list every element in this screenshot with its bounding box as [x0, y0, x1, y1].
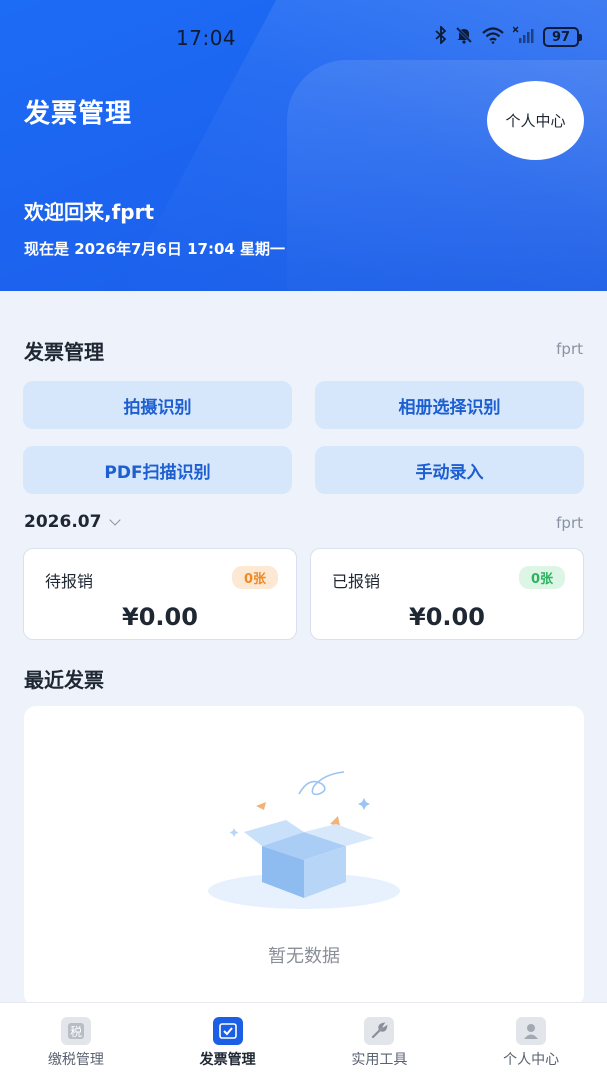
empty-state-text: 暂无数据 [268, 946, 340, 967]
section-username: fprt [556, 340, 583, 358]
summary-username: fprt [556, 514, 583, 532]
nav-item-tools[interactable]: 实用工具 [304, 1003, 456, 1080]
wrench-icon [364, 1017, 395, 1045]
svg-text:税: 税 [70, 1025, 82, 1039]
wifi-icon [481, 26, 505, 48]
nav-item-tax[interactable]: 税 缴税管理 [0, 1003, 152, 1080]
nav-item-profile[interactable]: 个人中心 [455, 1003, 607, 1080]
manual-entry-button[interactable]: 手动录入 [315, 446, 584, 494]
mute-bell-icon [455, 26, 473, 48]
nav-item-invoice[interactable]: 发票管理 [152, 1003, 304, 1080]
header: 17:04 97 发票管理 个人中心 欢迎回来,fprt 现在是 2026年7月… [0, 0, 607, 291]
month-value: 2026.07 [24, 512, 102, 532]
current-datetime: 现在是 2026年7月6日 17:04 星期一 [24, 240, 286, 258]
profile-center-button[interactable]: 个人中心 [487, 81, 584, 160]
status-time: 17:04 [176, 26, 237, 50]
empty-box-icon [208, 771, 400, 909]
user-icon [516, 1017, 547, 1045]
page-title: 发票管理 [24, 99, 133, 129]
album-recognize-button[interactable]: 相册选择识别 [315, 381, 584, 429]
nav-label-tools: 实用工具 [351, 1052, 408, 1068]
pdf-scan-button[interactable]: PDF扫描识别 [23, 446, 292, 494]
battery-icon: 97 [543, 27, 582, 47]
reimbursed-label: 已报销 [332, 572, 381, 591]
signal-icon [512, 26, 535, 48]
recent-invoices-list: 暂无数据 [24, 706, 584, 1006]
photo-recognize-button[interactable]: 拍摄识别 [23, 381, 292, 429]
welcome-text: 欢迎回来,fprt [24, 200, 155, 224]
bottom-nav: 税 缴税管理 发票管理 实用工具 个人中心 [0, 1002, 607, 1080]
tax-icon: 税 [60, 1017, 91, 1045]
month-selector[interactable]: 2026.07 [24, 512, 122, 532]
bluetooth-icon [435, 24, 447, 48]
nav-label-profile: 个人中心 [503, 1052, 560, 1068]
invoice-section-title: 发票管理 [24, 340, 104, 364]
pending-reimbursement-card[interactable]: 待报销 0张 ¥0.00 [23, 548, 297, 640]
invoice-check-icon [212, 1017, 243, 1045]
status-bar: 17:04 97 [0, 22, 607, 54]
chevron-down-icon [109, 514, 122, 526]
reimbursed-card[interactable]: 已报销 0张 ¥0.00 [310, 548, 584, 640]
nav-label-tax: 缴税管理 [47, 1052, 104, 1068]
nav-label-invoice: 发票管理 [199, 1052, 256, 1068]
reimbursed-amount: ¥0.00 [409, 603, 485, 631]
reimbursed-count-badge: 0张 [518, 566, 565, 589]
status-icons: 97 [435, 24, 582, 48]
pending-count-badge: 0张 [231, 566, 278, 589]
recent-invoices-title: 最近发票 [24, 668, 104, 692]
pending-amount: ¥0.00 [122, 603, 198, 631]
pending-label: 待报销 [45, 572, 94, 591]
